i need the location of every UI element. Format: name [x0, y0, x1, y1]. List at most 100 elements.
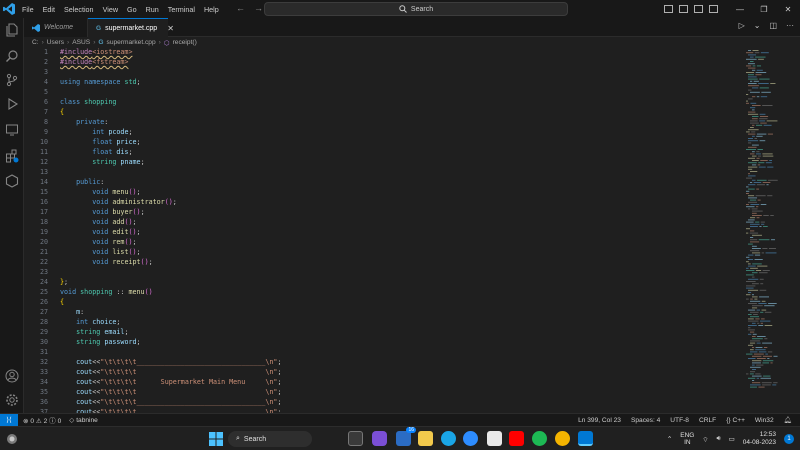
- clock[interactable]: 12:53 04-08-2023: [743, 431, 776, 447]
- cursor-position[interactable]: Ln 399, Col 23: [578, 417, 621, 424]
- customize-layout-icon[interactable]: [709, 5, 718, 13]
- chrome-icon[interactable]: [555, 431, 570, 446]
- minimize-icon[interactable]: —: [728, 5, 752, 14]
- source-control-icon[interactable]: [4, 72, 20, 88]
- platform-config[interactable]: Win32: [755, 417, 774, 424]
- code-line[interactable]: 35 cout<<"\t\t\t\t \n";: [24, 387, 744, 397]
- wifi-icon[interactable]: ⌔: [702, 435, 708, 444]
- code-line[interactable]: 2 #include<fstream>: [24, 57, 744, 67]
- code-line[interactable]: 7{: [24, 107, 744, 117]
- language-mode[interactable]: {} C++: [726, 417, 745, 424]
- zoom-icon[interactable]: [463, 431, 478, 446]
- volume-icon[interactable]: 🔊︎: [716, 435, 720, 443]
- code-line[interactable]: 23: [24, 267, 744, 277]
- code-line[interactable]: 6 class shopping: [24, 97, 744, 107]
- menu-help[interactable]: Help: [204, 5, 219, 14]
- code-line[interactable]: 13: [24, 167, 744, 177]
- code-line[interactable]: 26 {: [24, 297, 744, 307]
- teams-meet-icon[interactable]: [372, 431, 387, 446]
- back-arrow-icon[interactable]: ←: [236, 3, 245, 13]
- code-line[interactable]: 34 cout<<"\t\t\t\t Supermarket Main Menu…: [24, 377, 744, 387]
- code-line[interactable]: 28 int choice;: [24, 317, 744, 327]
- end-of-line[interactable]: CRLF: [699, 417, 716, 424]
- weather-widget-icon[interactable]: [6, 433, 18, 447]
- indentation[interactable]: Spaces: 4: [631, 417, 660, 424]
- code-line[interactable]: 32 cout<<"\t\t\t\t______________________…: [24, 357, 744, 367]
- split-editor-icon[interactable]: ◫: [769, 21, 777, 30]
- taskbar-search[interactable]: ⌕ Search: [228, 431, 312, 447]
- app-with-badge-icon[interactable]: 16: [396, 427, 416, 446]
- language-indicator[interactable]: ENG IN: [680, 432, 694, 446]
- close-tab-icon[interactable]: ✕: [167, 24, 174, 33]
- spotify-icon[interactable]: [532, 431, 547, 446]
- code-line[interactable]: 10 float price;: [24, 137, 744, 147]
- menu-edit[interactable]: Edit: [43, 5, 55, 14]
- explorer-icon[interactable]: [4, 22, 20, 38]
- toggle-panel-icon[interactable]: [679, 5, 688, 13]
- accounts-icon[interactable]: [4, 368, 20, 384]
- code-line[interactable]: 27 m:: [24, 307, 744, 317]
- extensions-icon[interactable]: [4, 148, 20, 164]
- breadcrumb-symbol[interactable]: receipt(): [173, 39, 197, 46]
- run-file-icon[interactable]: ▷: [739, 21, 745, 30]
- more-actions-icon[interactable]: ···: [786, 21, 794, 30]
- menu-view[interactable]: View: [103, 5, 118, 14]
- code-line[interactable]: 5: [24, 87, 744, 97]
- code-line[interactable]: 31: [24, 347, 744, 357]
- code-line[interactable]: 20 void rem();: [24, 237, 744, 247]
- code-line[interactable]: 33 cout<<"\t\t\t\t \n";: [24, 367, 744, 377]
- code-line[interactable]: 24};: [24, 277, 744, 287]
- code-line[interactable]: 12 string pname;: [24, 157, 744, 167]
- code-line[interactable]: 14 public:: [24, 177, 744, 187]
- windows-start-icon[interactable]: [209, 432, 223, 448]
- code-line[interactable]: 1 #include<iostream>: [24, 48, 744, 57]
- battery-icon[interactable]: ▭: [729, 435, 735, 443]
- tab-welcome[interactable]: Welcome: [24, 18, 88, 37]
- remote-explorer-icon[interactable]: [4, 122, 20, 138]
- breadcrumb-asus[interactable]: ASUS: [72, 39, 90, 46]
- breadcrumb-file[interactable]: supermarket.cpp: [107, 39, 156, 46]
- code-line[interactable]: 19 void edit();: [24, 227, 744, 237]
- search-view-icon[interactable]: [4, 48, 20, 64]
- hex-extension-icon[interactable]: [4, 173, 20, 189]
- run-debug-icon[interactable]: [4, 96, 20, 112]
- toggle-secondary-sidebar-icon[interactable]: [694, 5, 703, 13]
- menu-terminal[interactable]: Terminal: [168, 5, 195, 14]
- problems-indicator[interactable]: ⊗ 0 ⚠ 2 ⓘ 0: [23, 415, 61, 425]
- code-editor[interactable]: 1 #include<iostream> 2 #include<fstream> 3 4 u…: [24, 48, 744, 413]
- code-line[interactable]: 3: [24, 67, 744, 77]
- toggle-primary-sidebar-icon[interactable]: [664, 5, 673, 13]
- tab-supermarket-cpp[interactable]: G supermarket.cpp ✕: [88, 18, 174, 37]
- minimap[interactable]: [744, 48, 800, 413]
- encoding[interactable]: UTF-8: [670, 417, 689, 424]
- notifications-bell-icon[interactable]: 🔔︎: [784, 416, 792, 424]
- code-line[interactable]: 9 int pcode;: [24, 127, 744, 137]
- menu-go[interactable]: Go: [127, 5, 137, 14]
- menu-selection[interactable]: Selection: [64, 5, 94, 14]
- show-hidden-icons-chevron-icon[interactable]: ⌃: [667, 435, 672, 443]
- youtube-icon[interactable]: [509, 431, 524, 446]
- remote-indicator-icon[interactable]: ⟩⟨: [0, 413, 18, 427]
- code-line[interactable]: 8 private:: [24, 117, 744, 127]
- code-line[interactable]: 18 void add();: [24, 217, 744, 227]
- breadcrumb-users[interactable]: Users: [47, 39, 64, 46]
- notepad-icon[interactable]: [487, 431, 502, 446]
- code-line[interactable]: 11 float dis;: [24, 147, 744, 157]
- code-line[interactable]: 16 void administrator();: [24, 197, 744, 207]
- run-dropdown-chevron-icon[interactable]: ⌄: [754, 21, 761, 30]
- task-view-icon[interactable]: [348, 431, 363, 446]
- code-line[interactable]: 21 void list();: [24, 247, 744, 257]
- vscode-taskbar-icon[interactable]: [578, 431, 593, 446]
- command-center-search[interactable]: Search: [264, 2, 568, 16]
- code-line[interactable]: 25 void shopping :: menu(): [24, 287, 744, 297]
- tabnine-indicator[interactable]: ◇ tabnine: [69, 416, 98, 424]
- code-line[interactable]: 29 string email;: [24, 327, 744, 337]
- code-line[interactable]: 30 string password;: [24, 337, 744, 347]
- code-line[interactable]: 17 void buyer();: [24, 207, 744, 217]
- file-explorer-icon[interactable]: [418, 431, 433, 446]
- notification-center-badge[interactable]: 1: [784, 434, 794, 444]
- code-line[interactable]: 36 cout<<"\t\t\t\t______________________…: [24, 397, 744, 407]
- breadcrumb-drive[interactable]: C:: [32, 39, 39, 46]
- menu-file[interactable]: File: [22, 5, 34, 14]
- edge-browser-icon[interactable]: [441, 431, 456, 446]
